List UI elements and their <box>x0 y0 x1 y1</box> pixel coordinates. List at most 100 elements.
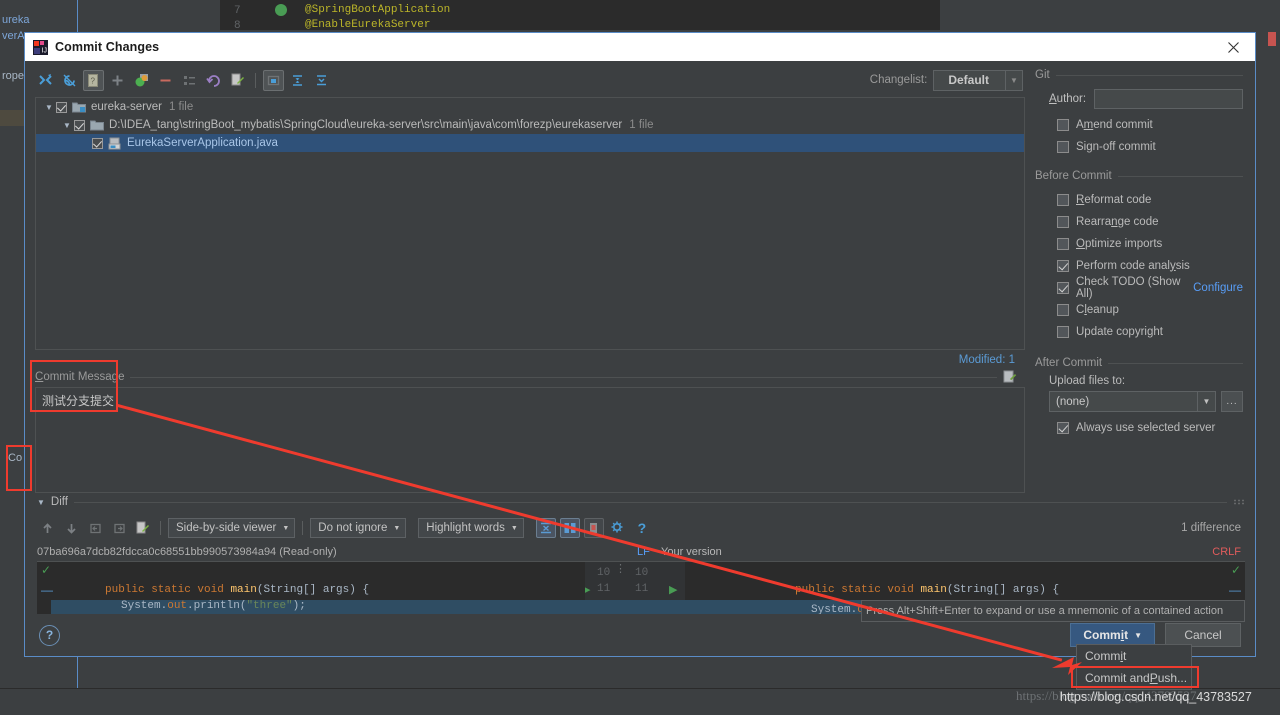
diff-gutter-highlight <box>585 600 685 614</box>
editor-background: 7 8 @SpringBootApplication @EnableEureka… <box>220 0 940 32</box>
checkbox-label: Sign-off commit <box>1076 140 1156 153</box>
revert-icon[interactable] <box>203 70 224 91</box>
folder-icon <box>90 119 104 132</box>
row-checkbox[interactable] <box>56 101 67 113</box>
show-diff-icon[interactable] <box>35 70 56 91</box>
commit-message-header: Commit Message <box>35 370 1025 384</box>
diff-change-marker: — <box>1229 583 1241 597</box>
gutter-old-11: 11 <box>597 583 611 595</box>
apply-left-icon[interactable] <box>85 518 105 538</box>
optimize-imports-checkbox[interactable]: Optimize imports <box>1057 234 1243 253</box>
signoff-commit-checkbox[interactable]: Sign-off commit <box>1057 137 1243 156</box>
row-count: 1 file <box>629 119 654 131</box>
difference-count: 1 difference <box>1181 522 1241 534</box>
error-marker <box>1268 32 1276 46</box>
chevron-down-icon[interactable]: ▼ <box>37 498 45 507</box>
diff-gutter: 10 10 11 11 ▶ ▶ ⋮ <box>585 562 685 614</box>
check-todo-checkbox[interactable]: Check TODO (Show All) Configure <box>1057 276 1243 300</box>
checkbox-box <box>1057 215 1069 228</box>
apply-right-icon[interactable] <box>109 518 129 538</box>
settings-icon[interactable] <box>608 518 628 538</box>
author-field[interactable] <box>1094 89 1243 109</box>
help-button[interactable]: ? <box>39 624 60 646</box>
row-checkbox[interactable] <box>74 119 85 131</box>
table-row[interactable]: EurekaServerApplication.java <box>36 134 1024 152</box>
checkbox-box <box>1057 237 1069 250</box>
checkbox-box <box>1057 193 1069 206</box>
commit-message-value: 测试分支提交 <box>42 394 115 408</box>
diff-change-marker: — <box>41 583 53 597</box>
chevron-down-icon: ▼ <box>282 524 290 532</box>
reformat-code-checkbox[interactable]: Reformat code <box>1057 190 1243 209</box>
changed-files-tree[interactable]: ▼ eureka-server 1 file ▼ D:\IDEA_tang\st… <box>35 97 1025 350</box>
git-section: Git Author: Amend commit Sign-off commit <box>1035 69 1243 156</box>
edit-source-icon[interactable] <box>133 518 153 538</box>
highlight-mode-combobox[interactable]: Highlight words ▼ <box>418 518 524 538</box>
diff-section-header[interactable]: ▼ Diff <box>37 493 1245 511</box>
rearrange-code-checkbox[interactable]: Rearrange code <box>1057 212 1243 231</box>
annotation-enableeurekaserver: @EnableEurekaServer <box>305 19 431 31</box>
annotation-rect-background <box>6 445 32 491</box>
annotation-rect-commit-and-push <box>1071 666 1199 688</box>
apply-right-arrow-icon[interactable]: ▶ <box>669 583 677 596</box>
resize-grip[interactable] <box>1233 499 1245 505</box>
menu-item-commit[interactable]: Comm i t <box>1077 645 1191 667</box>
svg-text:?: ? <box>91 76 96 85</box>
changelist-combobox[interactable]: Default ▼ <box>933 69 1023 91</box>
perform-code-analysis-checkbox[interactable]: Perform code analysis <box>1057 256 1243 275</box>
before-commit-section: Before Commit Reformat code Rearrange co… <box>1035 170 1243 341</box>
group-by-directory-icon[interactable]: ? <box>83 69 104 91</box>
checkbox-label: Cleanup <box>1076 303 1119 316</box>
diff-ok-marker: ✓ <box>1230 563 1241 577</box>
chevron-down-icon[interactable]: ▼ <box>1005 70 1022 90</box>
move-to-changelist-icon[interactable] <box>131 70 152 91</box>
always-use-server-checkbox[interactable]: Always use selected server <box>1057 418 1243 437</box>
apply-left-arrow-icon[interactable]: ▶ <box>585 583 590 596</box>
commit-history-icon[interactable] <box>1003 370 1017 384</box>
chevron-down-icon[interactable]: ▼ <box>1197 392 1215 411</box>
viewer-mode-combobox[interactable]: Side-by-side viewer ▼ <box>168 518 296 538</box>
update-copyright-checkbox[interactable]: Update copyright <box>1057 322 1243 341</box>
after-commit-section: After Commit Upload files to: (none) ▼ .… <box>1035 357 1243 437</box>
run-gutter-icon[interactable] <box>275 4 287 16</box>
upload-server-combobox[interactable]: (none) ▼ <box>1049 391 1216 412</box>
collapse-all-icon[interactable] <box>311 70 332 91</box>
author-row: Author: <box>1049 89 1243 109</box>
checkbox-box <box>1057 118 1069 131</box>
close-icon[interactable] <box>1215 34 1251 60</box>
row-checkbox[interactable] <box>92 137 103 149</box>
project-item-1[interactable]: verA <box>2 30 25 42</box>
refresh-icon[interactable] <box>59 70 80 91</box>
after-commit-title: After Commit <box>1035 357 1103 369</box>
amend-commit-checkbox[interactable]: Amend commit <box>1057 115 1243 134</box>
commit-message-input[interactable]: 测试分支提交 <box>35 387 1025 493</box>
table-row[interactable]: ▼ D:\IDEA_tang\stringBoot_mybatis\Spring… <box>36 116 1024 134</box>
author-label: Author: <box>1049 93 1087 105</box>
collapse-icon[interactable] <box>287 70 308 91</box>
configure-link[interactable]: Configure <box>1193 282 1243 294</box>
edit-source-icon[interactable] <box>227 70 248 91</box>
chevron-down-icon[interactable]: ▼ <box>42 100 56 114</box>
expand-all-icon[interactable] <box>263 69 284 91</box>
cleanup-checkbox[interactable]: Cleanup <box>1057 300 1243 319</box>
checkbox-box <box>1057 303 1069 316</box>
git-section-title: Git <box>1035 69 1050 81</box>
help-icon[interactable]: ? <box>632 518 652 538</box>
checkbox-label: Rearrange code <box>1076 215 1159 228</box>
divider <box>1108 362 1243 364</box>
action-tooltip: Press Alt+Shift+Enter to expand or use a… <box>861 600 1245 622</box>
diff-left-pane[interactable]: ✓ — public static void main(String[] arg… <box>37 562 585 614</box>
delete-icon[interactable] <box>155 70 176 91</box>
ignore-mode-combobox[interactable]: Do not ignore ▼ <box>310 518 407 538</box>
previous-difference-icon[interactable] <box>37 518 57 538</box>
chevron-down-icon[interactable]: ▼ <box>60 118 74 132</box>
table-row[interactable]: ▼ eureka-server 1 file <box>36 98 1024 116</box>
add-icon[interactable] <box>107 70 128 91</box>
browse-servers-button[interactable]: ... <box>1221 391 1243 412</box>
row-spacer <box>78 136 92 150</box>
project-item-0[interactable]: ureka <box>2 14 30 26</box>
group-by-module-icon[interactable] <box>179 70 200 91</box>
annotation-springbootapplication: @SpringBootApplication <box>305 4 451 16</box>
next-difference-icon[interactable] <box>61 518 81 538</box>
dialog-body: ? Changelist: Default ▼ ▼ eureka-server … <box>25 61 1255 656</box>
